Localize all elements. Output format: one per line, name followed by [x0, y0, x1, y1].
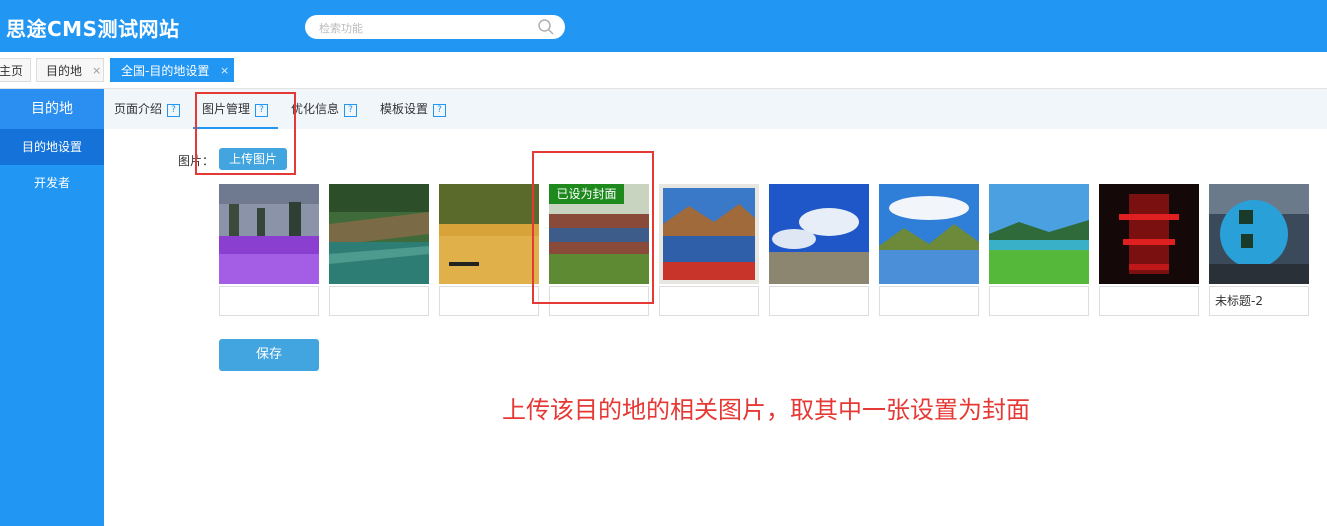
tab-page-intro-label: 页面介绍 — [114, 102, 163, 116]
image-caption-input[interactable] — [989, 286, 1089, 316]
image-caption-input[interactable] — [879, 286, 979, 316]
site-title: 思途CMS测试网站 — [6, 17, 180, 41]
image-thumb-terraced-river[interactable] — [329, 184, 429, 284]
image-thumb-mountain-reflection[interactable] — [659, 184, 759, 284]
close-icon[interactable]: × — [92, 59, 101, 83]
image-thumb-mountain-lake-clouds[interactable] — [879, 184, 979, 284]
tab-template-settings-label: 模板设置 — [380, 102, 429, 116]
sidebar-item-developer[interactable]: 开发者 — [0, 165, 104, 201]
tab-destination-settings-label: 全国-目的地设置 — [121, 64, 210, 78]
annotation-box-cover — [532, 151, 654, 304]
image-thumb-sunset-lake[interactable] — [439, 184, 539, 284]
image-thumb-blue-sky-rocks[interactable] — [769, 184, 869, 284]
search-placeholder: 检索功能 — [319, 22, 363, 35]
tab-template-settings[interactable]: 模板设置? — [380, 101, 447, 117]
search-icon[interactable] — [537, 18, 555, 39]
tab-seo-info[interactable]: 优化信息? — [291, 101, 358, 117]
image-caption-input[interactable] — [439, 286, 539, 316]
image-thumb-lavender[interactable] — [219, 184, 319, 284]
page-tab-bar: 主页 目的地 × 全国-目的地设置 × — [0, 52, 1327, 89]
sidebar: 目的地 目的地设置 开发者 — [0, 89, 104, 526]
help-icon[interactable]: ? — [344, 104, 358, 117]
image-thumb-green-lake[interactable] — [989, 184, 1089, 284]
tab-seo-info-label: 优化信息 — [291, 102, 340, 116]
tab-page-intro[interactable]: 页面介绍? — [114, 101, 181, 117]
close-icon[interactable]: × — [220, 59, 229, 83]
image-thumb-red-tower[interactable] — [1099, 184, 1199, 284]
tab-home-label: 主页 — [0, 64, 24, 78]
help-icon[interactable]: ? — [433, 104, 447, 117]
tab-destination-label: 目的地 — [46, 64, 83, 78]
image-caption-input[interactable] — [769, 286, 869, 316]
image-caption-input[interactable] — [659, 286, 759, 316]
tab-destination[interactable]: 目的地 × — [36, 58, 104, 82]
image-thumb-tea-package[interactable] — [1209, 184, 1309, 284]
image-caption-input[interactable] — [1099, 286, 1199, 316]
image-caption-input[interactable]: 未标题-2 — [1209, 286, 1309, 316]
help-icon[interactable]: ? — [167, 104, 181, 117]
annotation-box-image-tab — [195, 92, 296, 175]
image-caption-input[interactable] — [219, 286, 319, 316]
top-bar: 思途CMS测试网站 检索功能 — [0, 0, 1327, 52]
annotation-note: 上传该目的地的相关图片，取其中一张设置为封面 — [502, 396, 1030, 424]
search-input[interactable]: 检索功能 — [305, 15, 565, 39]
save-button[interactable]: 保存 — [219, 339, 319, 371]
sidebar-title: 目的地 — [0, 89, 104, 129]
sidebar-item-destination-settings[interactable]: 目的地设置 — [0, 129, 104, 165]
image-caption-input[interactable] — [329, 286, 429, 316]
tab-home[interactable]: 主页 — [0, 58, 31, 82]
tab-destination-settings[interactable]: 全国-目的地设置 × — [110, 58, 234, 82]
